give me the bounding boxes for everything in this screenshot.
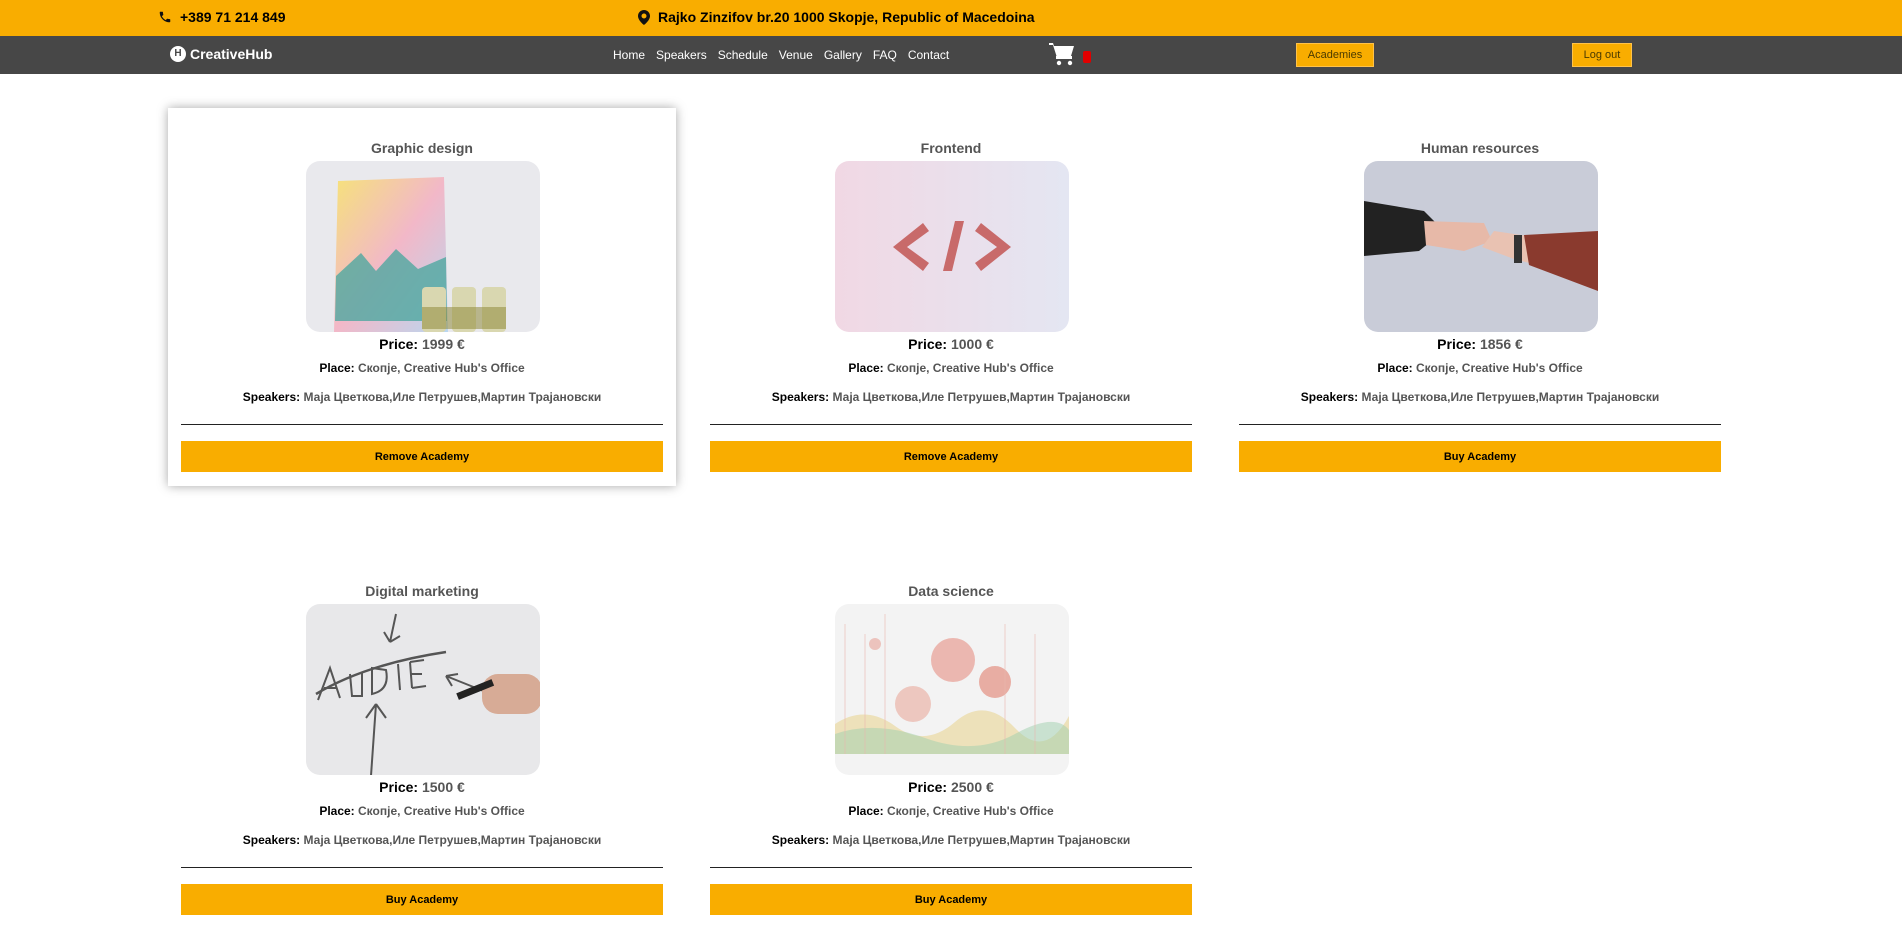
price-label: Price:: [908, 336, 948, 352]
buy-academy-button[interactable]: Buy Academy: [181, 884, 663, 915]
remove-academy-button[interactable]: Remove Academy: [710, 441, 1192, 472]
academy-place: Place: Скопје, Creative Hub's Office: [168, 361, 676, 375]
academy-speakers: Speakers: Маја Цветкова,Иле Петрушев,Мар…: [168, 833, 676, 847]
place-label: Place:: [319, 361, 355, 375]
academy-card-graphic-design: Graphic design Price: 1999 € Place: Скоп…: [168, 108, 676, 486]
speakers-label: Speakers:: [242, 390, 301, 404]
academy-card-digital-marketing: Digital marketing Price: 1500 € Place: С…: [168, 551, 676, 929]
nav-links: Home Speakers Schedule Venue Gallery FAQ…: [613, 48, 949, 62]
frontend-code-image: [835, 161, 1069, 332]
brand-logo-icon: H: [170, 46, 186, 62]
cart-count-badge-icon: [1083, 51, 1091, 63]
brand-logo-link[interactable]: H CreativeHub: [170, 46, 272, 62]
card-divider: [710, 867, 1192, 868]
nav-link-gallery[interactable]: Gallery: [824, 48, 862, 62]
speakers-value: Маја Цветкова,Иле Петрушев,Мартин Трајан…: [832, 390, 1131, 404]
phone-icon: [158, 10, 172, 24]
price-label: Price:: [379, 779, 419, 795]
academy-card-frontend: Frontend Price: 1000 € Place: Скопје, Cr…: [697, 108, 1205, 486]
academy-speakers: Speakers: Маја Цветкова,Иле Петрушев,Мар…: [168, 390, 676, 404]
place-value: Скопје, Creative Hub's Office: [358, 361, 525, 375]
location-pin-icon: [638, 9, 650, 25]
card-divider: [1239, 424, 1721, 425]
speakers-label: Speakers:: [771, 390, 830, 404]
academy-place: Place: Скопје, Creative Hub's Office: [1226, 361, 1734, 375]
academy-card-data-science: Data science Price: 2500 € Place: Скопје…: [697, 551, 1205, 929]
price-value: 1856 €: [1479, 336, 1523, 352]
speakers-label: Speakers:: [1300, 390, 1359, 404]
remove-academy-button[interactable]: Remove Academy: [181, 441, 663, 472]
place-label: Place:: [319, 804, 355, 818]
price-label: Price:: [379, 336, 419, 352]
academy-title: Graphic design: [371, 140, 473, 156]
academy-card-human-resources: Human resources Price: 1856 € Place: Ско…: [1226, 108, 1734, 486]
price-label: Price:: [908, 779, 948, 795]
academy-speakers: Speakers: Маја Цветкова,Иле Петрушев,Мар…: [697, 390, 1205, 404]
logout-button[interactable]: Log out: [1572, 43, 1632, 67]
academy-price: Price: 1856 €: [1226, 336, 1734, 352]
academies-button[interactable]: Academies: [1296, 43, 1374, 67]
speakers-label: Speakers:: [771, 833, 830, 847]
main-navbar: H CreativeHub Home Speakers Schedule Ven…: [0, 36, 1902, 74]
speakers-value: Маја Цветкова,Иле Петрушев,Мартин Трајан…: [1361, 390, 1660, 404]
price-value: 1000 €: [950, 336, 994, 352]
brand-name: CreativeHub: [190, 46, 273, 62]
data-visualization-image: [835, 604, 1069, 775]
buy-academy-button[interactable]: Buy Academy: [1239, 441, 1721, 472]
speakers-value: Маја Цветкова,Иле Петрушев,Мартин Трајан…: [303, 833, 602, 847]
academy-title: Human resources: [1420, 140, 1540, 156]
price-value: 1500 €: [421, 779, 465, 795]
nav-link-home[interactable]: Home: [613, 48, 645, 62]
card-divider: [710, 424, 1192, 425]
academy-price: Price: 1500 €: [168, 779, 676, 795]
academy-speakers: Speakers: Маја Цветкова,Иле Петрушев,Мар…: [697, 833, 1205, 847]
academy-title: Digital marketing: [365, 583, 479, 599]
place-value: Скопје, Creative Hub's Office: [887, 804, 1054, 818]
academy-price: Price: 2500 €: [697, 779, 1205, 795]
handshake-image: [1364, 161, 1598, 332]
audience-whiteboard-image: [306, 604, 540, 775]
nav-link-speakers[interactable]: Speakers: [656, 48, 707, 62]
card-divider: [181, 867, 663, 868]
academy-title: Frontend: [920, 140, 982, 156]
nav-link-schedule[interactable]: Schedule: [718, 48, 768, 62]
speakers-value: Маја Цветкова,Иле Петрушев,Мартин Трајан…: [832, 833, 1131, 847]
graphic-design-image: [306, 161, 540, 332]
academy-title: Data science: [908, 583, 994, 599]
nav-link-venue[interactable]: Venue: [779, 48, 813, 62]
top-info-bar: +389 71 214 849 Rajko Zinzifov br.20 100…: [0, 0, 1902, 36]
shopping-cart-icon: [1049, 42, 1077, 71]
place-value: Скопје, Creative Hub's Office: [358, 804, 525, 818]
price-label: Price:: [1437, 336, 1477, 352]
price-value: 2500 €: [950, 779, 994, 795]
place-value: Скопје, Creative Hub's Office: [1416, 361, 1583, 375]
academy-price: Price: 1000 €: [697, 336, 1205, 352]
place-label: Place:: [848, 361, 884, 375]
phone-info: +389 71 214 849: [158, 9, 286, 25]
nav-link-contact[interactable]: Contact: [908, 48, 949, 62]
buy-academy-button[interactable]: Buy Academy: [710, 884, 1192, 915]
academy-speakers: Speakers: Маја Цветкова,Иле Петрушев,Мар…: [1226, 390, 1734, 404]
address-info: Rajko Zinzifov br.20 1000 Skopje, Republ…: [638, 9, 1035, 25]
academy-price: Price: 1999 €: [168, 336, 676, 352]
nav-link-faq[interactable]: FAQ: [873, 48, 897, 62]
speakers-label: Speakers:: [242, 833, 301, 847]
address-text: Rajko Zinzifov br.20 1000 Skopje, Republ…: [658, 9, 1035, 25]
academy-place: Place: Скопје, Creative Hub's Office: [697, 804, 1205, 818]
cart-button[interactable]: [1049, 42, 1091, 68]
phone-number: +389 71 214 849: [180, 9, 286, 25]
speakers-value: Маја Цветкова,Иле Петрушев,Мартин Трајан…: [303, 390, 602, 404]
place-label: Place:: [848, 804, 884, 818]
place-value: Скопје, Creative Hub's Office: [887, 361, 1054, 375]
place-label: Place:: [1377, 361, 1413, 375]
academy-place: Place: Скопје, Creative Hub's Office: [697, 361, 1205, 375]
academy-place: Place: Скопје, Creative Hub's Office: [168, 804, 676, 818]
price-value: 1999 €: [421, 336, 465, 352]
card-divider: [181, 424, 663, 425]
